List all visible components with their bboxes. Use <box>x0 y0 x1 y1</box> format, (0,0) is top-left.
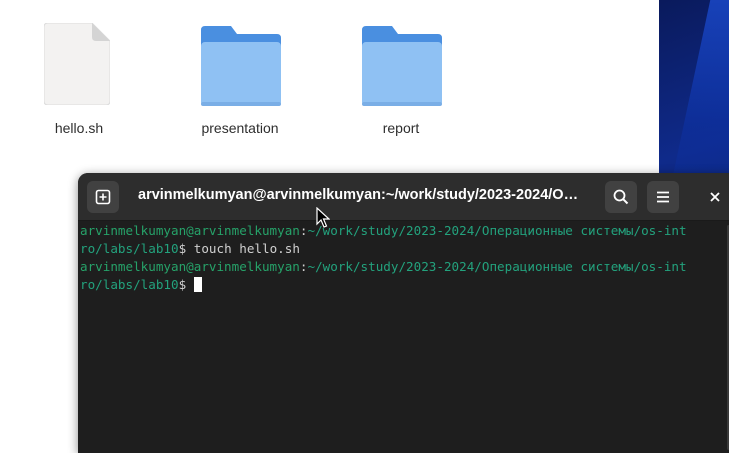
prompt-path: ~/work/study/2023-2024/Операционные сист… <box>307 259 687 274</box>
hamburger-menu-icon <box>657 191 669 203</box>
close-icon <box>710 192 720 202</box>
folder-icon <box>362 26 442 106</box>
command-text: touch hello.sh <box>193 241 300 256</box>
menu-button[interactable] <box>647 181 679 213</box>
prompt-path-continued: ro/labs/lab10 <box>80 277 179 292</box>
terminal-header-bar[interactable]: arvinmelkumyan@arvinmelkumyan:~/work/stu… <box>78 173 729 221</box>
file-label: hello.sh <box>54 120 104 136</box>
mouse-pointer-icon <box>316 207 330 228</box>
terminal-line: arvinmelkumyan@arvinmelkumyan:~/work/stu… <box>80 258 729 276</box>
prompt-symbol: $ <box>178 277 194 292</box>
prompt-user: arvinmelkumyan@arvinmelkumyan <box>80 223 300 238</box>
text-cursor <box>193 277 202 292</box>
folder-icon <box>201 26 281 106</box>
folder-label: presentation <box>201 120 279 136</box>
close-button[interactable] <box>699 181 729 213</box>
terminal-line: arvinmelkumyan@arvinmelkumyan:~/work/stu… <box>80 222 729 240</box>
terminal-line: ro/labs/lab10$ <box>80 276 729 294</box>
terminal-output[interactable]: arvinmelkumyan@arvinmelkumyan:~/work/stu… <box>80 222 729 453</box>
prompt-symbol: $ <box>178 241 194 256</box>
new-tab-icon <box>95 189 111 205</box>
terminal-window[interactable]: arvinmelkumyan@arvinmelkumyan:~/work/stu… <box>78 173 729 453</box>
folder-label: report <box>382 120 420 136</box>
terminal-line: ro/labs/lab10$ touch hello.sh <box>80 240 729 258</box>
search-button[interactable] <box>605 181 637 213</box>
terminal-title: arvinmelkumyan@arvinmelkumyan:~/work/stu… <box>138 187 579 203</box>
prompt-user: arvinmelkumyan@arvinmelkumyan <box>80 259 300 274</box>
prompt-path: ~/work/study/2023-2024/Операционные сист… <box>307 223 687 238</box>
search-icon <box>613 189 629 205</box>
prompt-path-continued: ro/labs/lab10 <box>80 241 179 256</box>
new-tab-button[interactable] <box>87 181 119 213</box>
text-file-icon <box>44 23 110 105</box>
